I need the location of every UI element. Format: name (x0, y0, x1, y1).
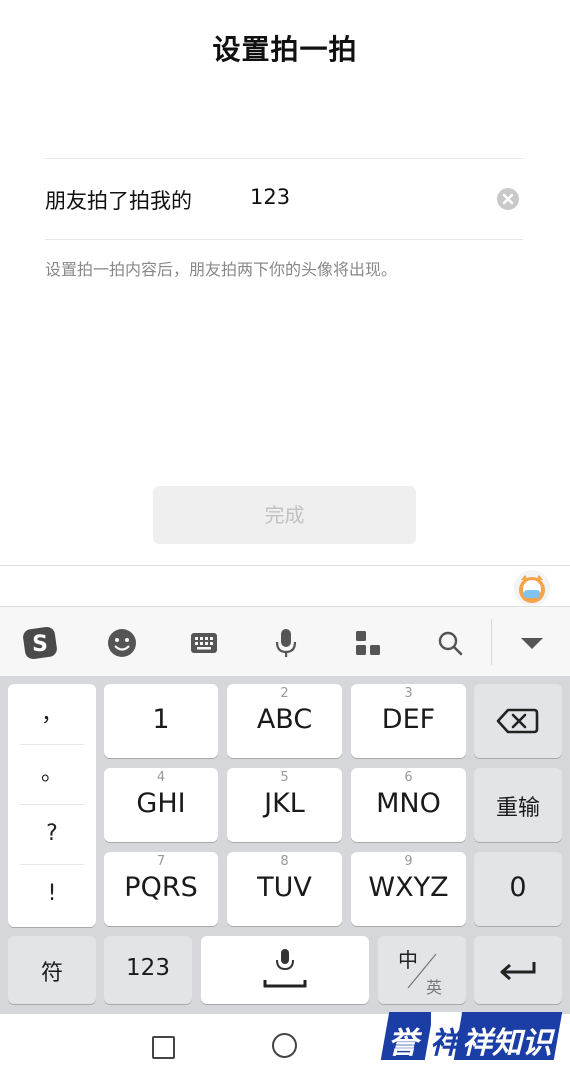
key-label: WXYZ (368, 872, 449, 903)
key-sup: 7 (156, 854, 166, 869)
pat-text-input[interactable]: 123 (250, 185, 290, 209)
retype-key[interactable]: 重输 (474, 768, 562, 842)
key-6-mno[interactable]: 6 MNO (351, 768, 466, 842)
key-3-def[interactable]: 3 DEF (351, 684, 466, 758)
ime-toolbar: S (0, 606, 570, 677)
toolbar-divider (491, 619, 492, 665)
key-label: ABC (256, 704, 313, 735)
key-2-abc[interactable]: 2 ABC (227, 684, 342, 758)
key-label: GHI (136, 788, 186, 819)
key-sup: 5 (280, 770, 289, 785)
key-9-wxyz[interactable]: 9 WXYZ (351, 852, 466, 926)
watermark-char: 祥 (430, 1026, 460, 1061)
microphone-icon[interactable] (268, 625, 304, 661)
key-label: 123 (126, 955, 170, 981)
page-title: 设置拍一拍 (212, 33, 358, 66)
space-key[interactable] (201, 936, 369, 1004)
pat-label: 朋友拍了拍我的 (45, 189, 192, 213)
key-7-pqrs[interactable]: 7 PQRS (104, 852, 218, 926)
key-label: 重输 (495, 796, 540, 821)
key-5-jkl[interactable]: 5 JKL (227, 768, 342, 842)
backspace-icon (496, 708, 539, 734)
punct-comma-key[interactable]: ， (8, 686, 96, 744)
key-sup: 6 (404, 770, 413, 785)
enter-icon (500, 962, 536, 981)
hint-text: 设置拍一拍内容后，朋友拍两下你的头像将出现。 (45, 260, 398, 279)
emoji-icon[interactable] (104, 625, 140, 661)
ime-separator (0, 565, 570, 566)
svg-text:S: S (32, 632, 48, 657)
punct-period-key[interactable]: 。 (8, 745, 96, 803)
apps-grid-icon[interactable] (350, 616, 396, 661)
search-icon[interactable] (432, 625, 468, 661)
punct-exclaim-key[interactable]: ! (8, 865, 96, 923)
key-sup: 3 (404, 686, 413, 701)
backspace-key[interactable] (474, 684, 562, 758)
divider-bottom (45, 239, 523, 240)
key-label: 1 (152, 704, 170, 735)
key-label: TUV (257, 872, 312, 903)
ime-mascot-avatar[interactable] (514, 570, 550, 606)
lang-slash (407, 953, 437, 989)
done-button[interactable]: 完成 (153, 486, 416, 544)
watermark-text: 祥知识 (462, 1026, 552, 1061)
lang-en-label: 英 (426, 978, 443, 997)
keyboard-icon[interactable] (186, 625, 222, 661)
key-label: DEF (381, 704, 436, 735)
key-sup: 2 (280, 686, 289, 701)
key-sup: 9 (404, 854, 413, 869)
key-4-ghi[interactable]: 4 GHI (104, 768, 218, 842)
key-label: PQRS (124, 872, 198, 903)
space-microphone-icon (263, 949, 307, 988)
punct-question-key[interactable]: ? (8, 805, 96, 863)
key-8-tuv[interactable]: 8 TUV (227, 852, 342, 926)
lang-switch-key[interactable]: 中 英 (378, 936, 466, 1004)
sogou-logo-icon[interactable]: S (22, 625, 58, 661)
key-label: MNO (376, 788, 441, 819)
symbols-key[interactable]: 符 (8, 936, 96, 1004)
clear-input-icon[interactable] (497, 188, 519, 210)
watermark-char: 誉 (388, 1026, 418, 1061)
punctuation-column[interactable]: ， 。 ? ! (8, 684, 96, 927)
key-label: 符 (40, 961, 63, 986)
enter-key[interactable] (474, 936, 562, 1004)
collapse-triangle-icon[interactable] (514, 625, 550, 661)
key-sup: 4 (156, 770, 166, 785)
home-button[interactable] (272, 1033, 297, 1058)
num-123-key[interactable]: 123 (104, 936, 192, 1004)
key-label: JKL (264, 788, 305, 819)
recent-apps-button[interactable] (152, 1036, 175, 1059)
divider-top (45, 158, 523, 159)
key-label: 0 (509, 872, 527, 903)
key-0[interactable]: 0 (474, 852, 562, 926)
key-1[interactable]: 1 (104, 684, 218, 758)
key-sup: 8 (280, 854, 289, 869)
